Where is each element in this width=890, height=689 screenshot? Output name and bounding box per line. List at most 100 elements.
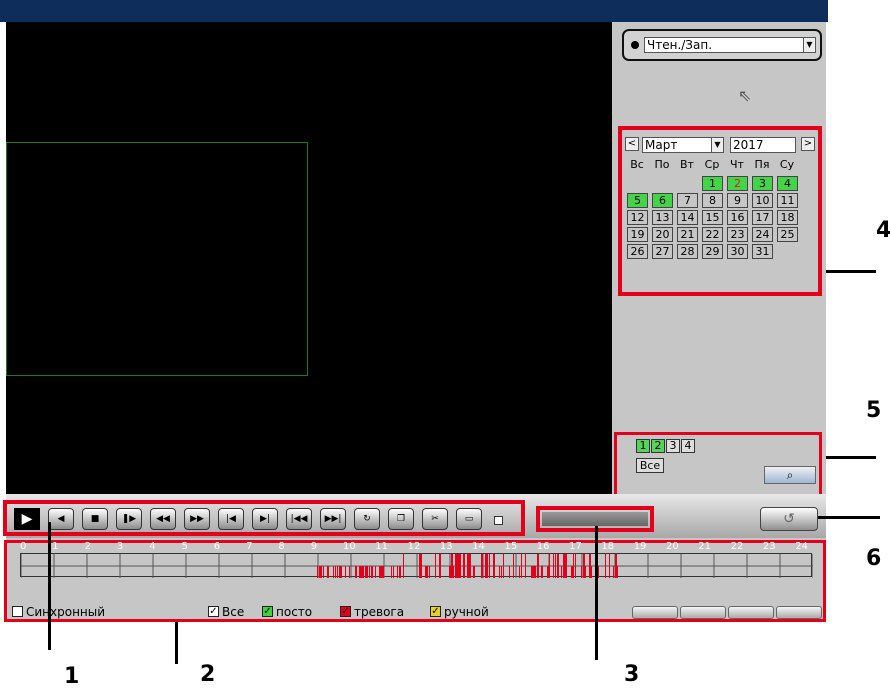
- zoom-button-3[interactable]: [728, 606, 774, 619]
- play-button[interactable]: ▶: [14, 508, 40, 530]
- fast-button[interactable]: ▶▶: [184, 508, 210, 530]
- calendar-day[interactable]: 30: [727, 244, 748, 259]
- alarm-record-mark: [339, 566, 341, 578]
- calendar-day[interactable]: 26: [627, 244, 648, 259]
- calendar-day[interactable]: 12: [627, 210, 648, 225]
- stop-button[interactable]: ■: [82, 508, 108, 530]
- calendar-day[interactable]: 29: [702, 244, 723, 259]
- backup-button[interactable]: ▭: [456, 508, 482, 530]
- calendar-day[interactable]: 31: [752, 244, 773, 259]
- alarm-record-mark: [555, 554, 556, 578]
- return-icon: ↺: [783, 511, 795, 527]
- calendar-day[interactable]: 21: [677, 227, 698, 242]
- alarm-record-mark: [571, 566, 573, 578]
- calendar-day[interactable]: 18: [777, 210, 798, 225]
- calendar-day[interactable]: 20: [652, 227, 673, 242]
- alarm-record-mark: [449, 566, 451, 578]
- timeline-bar[interactable]: [20, 553, 813, 578]
- return-button[interactable]: ↺: [760, 507, 818, 531]
- month-dropdown[interactable]: Март ▼: [642, 137, 724, 153]
- year-field[interactable]: 2017: [730, 137, 796, 153]
- next-file-button[interactable]: ▶▶|: [320, 508, 346, 530]
- calendar-day[interactable]: 27: [652, 244, 673, 259]
- callout-number-1: 1: [64, 664, 80, 689]
- calendar-day[interactable]: 7: [677, 193, 698, 208]
- filter-manual-checkbox[interactable]: ✓: [430, 606, 441, 617]
- chevron-down-icon[interactable]: ▼: [711, 138, 723, 152]
- calendar-day[interactable]: 14: [677, 210, 698, 225]
- calendar-day[interactable]: 16: [727, 210, 748, 225]
- hour-label: 9: [310, 541, 318, 552]
- next-frame-button[interactable]: ▶|: [252, 508, 278, 530]
- calendar-day[interactable]: 2: [727, 176, 748, 191]
- calendar-day[interactable]: 17: [752, 210, 773, 225]
- hour-label: 5: [181, 541, 188, 552]
- callout-line-4: [826, 270, 876, 273]
- filter-alarm-label: тревога: [354, 605, 405, 619]
- zoom-button-4[interactable]: [776, 606, 822, 619]
- zoom-button-1[interactable]: [632, 606, 678, 619]
- alarm-record-mark: [533, 566, 535, 578]
- prev-file-button[interactable]: |◀◀: [286, 508, 312, 530]
- alarm-record-mark: [341, 566, 342, 578]
- calendar-day[interactable]: 24: [752, 227, 773, 242]
- alarm-record-mark: [345, 566, 346, 578]
- filter-alarm-checkbox[interactable]: ✓: [340, 606, 351, 617]
- year-field-value: 2017: [733, 138, 764, 152]
- slow-button[interactable]: ◀◀: [150, 508, 176, 530]
- fullscreen-button[interactable]: ❐: [388, 508, 414, 530]
- calendar-day[interactable]: 22: [702, 227, 723, 242]
- calendar-day[interactable]: 23: [727, 227, 748, 242]
- clip-button[interactable]: ✂: [422, 508, 448, 530]
- mode-dropdown-value: Чтен./Зап.: [647, 38, 713, 52]
- hour-label: 14: [472, 541, 485, 552]
- calendar-day[interactable]: 15: [702, 210, 723, 225]
- small-square-icon[interactable]: [494, 516, 503, 525]
- channel-3-button[interactable]: 3: [666, 439, 680, 453]
- playback-progress-bar[interactable]: [542, 512, 648, 526]
- loop-button[interactable]: ↻: [354, 508, 380, 530]
- calendar-day[interactable]: 11: [777, 193, 798, 208]
- alarm-record-mark: [509, 566, 510, 578]
- prev-month-button[interactable]: <: [625, 137, 639, 151]
- calendar-day[interactable]: 8: [702, 193, 723, 208]
- calendar-day[interactable]: 3: [752, 176, 773, 191]
- channel-1-button[interactable]: 1: [636, 439, 650, 453]
- zoom-button-2[interactable]: [680, 606, 726, 619]
- alarm-record-mark: [487, 554, 488, 578]
- channel-2-button[interactable]: 2: [651, 439, 665, 453]
- alarm-record-mark: [369, 566, 370, 578]
- callout-line-5: [826, 456, 876, 459]
- reverse-play-button[interactable]: ◀: [48, 508, 74, 530]
- sync-checkbox[interactable]: [12, 606, 23, 617]
- mode-dropdown[interactable]: Чтен./Зап. ▼: [644, 37, 816, 53]
- prev-frame-button[interactable]: |◀: [218, 508, 244, 530]
- calendar-day[interactable]: 9: [727, 193, 748, 208]
- video-display[interactable]: [6, 22, 612, 494]
- chevron-down-icon[interactable]: ▼: [803, 38, 815, 52]
- calendar-day[interactable]: 5: [627, 193, 648, 208]
- callout-number-6: 6: [866, 546, 882, 571]
- pause-button[interactable]: ❚▶: [116, 508, 142, 530]
- calendar-day[interactable]: 1: [702, 176, 723, 191]
- calendar-day[interactable]: 4: [777, 176, 798, 191]
- video-channel-frame[interactable]: [6, 142, 308, 376]
- disk-icon: ▭: [464, 514, 474, 524]
- all-channels-button[interactable]: Все: [636, 458, 664, 473]
- timeline-hour-scale: 0 1 2 3 4 5 6 7 8 9 10 11 12 13 14 15 16 17 18 19 20 21 22 23 24: [12, 541, 812, 553]
- filter-all-checkbox[interactable]: ✓: [208, 606, 219, 617]
- calendar-day[interactable]: 19: [627, 227, 648, 242]
- calendar-day[interactable]: 10: [752, 193, 773, 208]
- calendar-day[interactable]: 13: [652, 210, 673, 225]
- search-button[interactable]: ⌕: [764, 466, 816, 484]
- next-month-button[interactable]: >: [801, 137, 815, 151]
- calendar-day[interactable]: 28: [677, 244, 698, 259]
- radio-dot-icon[interactable]: [631, 41, 639, 49]
- alarm-record-mark: [335, 566, 336, 578]
- channel-4-button[interactable]: 4: [681, 439, 695, 453]
- calendar-day[interactable]: 25: [777, 227, 798, 242]
- alarm-record-mark: [421, 554, 422, 578]
- filter-regular-checkbox[interactable]: ✓: [262, 606, 273, 617]
- weekday-label: Вт: [680, 158, 694, 171]
- calendar-day[interactable]: 6: [652, 193, 673, 208]
